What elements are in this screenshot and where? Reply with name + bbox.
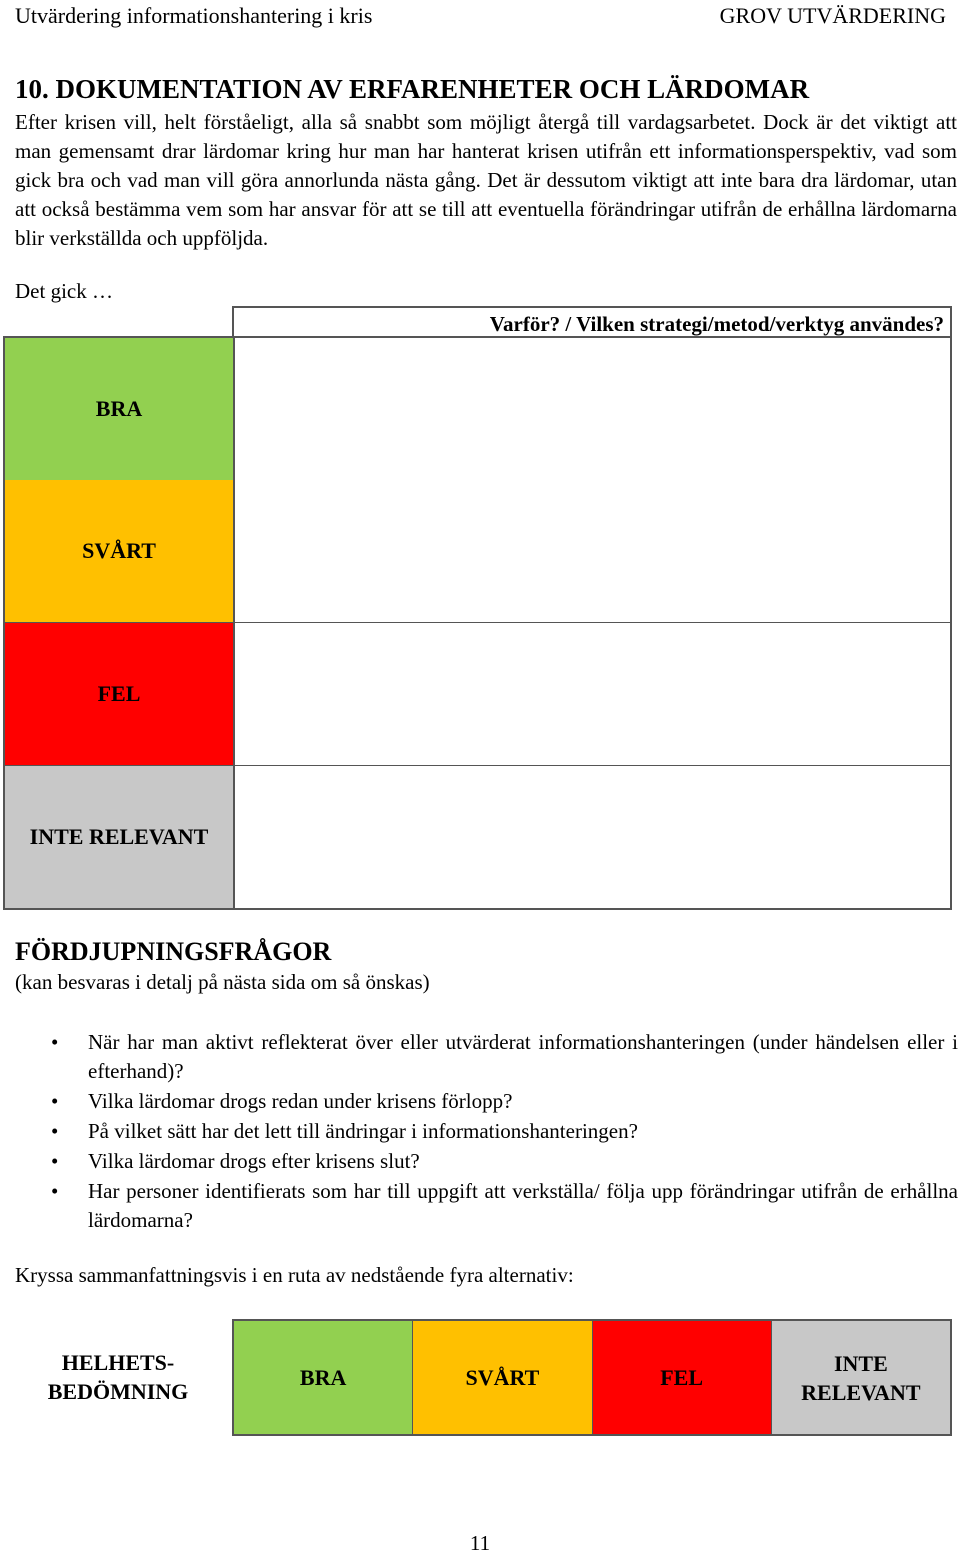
question-list: • När har man aktivt reflekterat över ell… — [15, 1028, 958, 1236]
table-row-fel: FEL — [3, 623, 952, 767]
option-label: SVÅRT — [465, 1365, 540, 1390]
running-header-label: GROV UTVÄRDERING — [719, 3, 946, 28]
option-label-line2: RELEVANT — [801, 1379, 921, 1405]
overall-assessment-label: HELHETS- BEDÖMNING — [20, 1348, 216, 1406]
question-text: På vilket sätt har det lett till ändring… — [88, 1119, 638, 1143]
option-label: INTE — [833, 1350, 888, 1376]
table-intro-label: Det gick … — [15, 279, 113, 303]
question-text: Har personer identifierats som har till … — [88, 1179, 958, 1232]
bullet-icon: • — [51, 1119, 59, 1143]
option-fel[interactable]: FEL — [592, 1321, 772, 1434]
table-row-svart: SVÅRT — [3, 480, 952, 624]
category-cell-svart: SVÅRT — [5, 480, 235, 622]
option-label: BRA — [299, 1365, 347, 1390]
table-row-inte-relevant: INTE RELEVANT — [3, 766, 952, 910]
category-cell-inte-relevant: INTE RELEVANT — [5, 766, 235, 908]
section-title: 10. DOKUMENTATION AV ERFARENHETER OCH LÄ… — [15, 74, 810, 104]
overall-label-line1: HELHETS- — [61, 1350, 175, 1375]
running-header-title: Utvärdering informationshantering i kris — [15, 3, 373, 28]
list-item: • Vilka lärdomar drogs efter krisens slut… — [15, 1147, 958, 1176]
deepening-title: FÖRDJUPNINGSFRÅGOR — [15, 937, 332, 966]
intro-paragraph: Efter krisen vill, helt förståeligt, all… — [15, 110, 957, 250]
page-number: 11 — [469, 1531, 491, 1555]
list-item: • På vilket sätt har det lett till ändrin… — [15, 1117, 958, 1146]
list-item: • När har man aktivt reflekterat över ell… — [15, 1028, 958, 1086]
option-bra[interactable]: BRA — [234, 1321, 414, 1434]
answer-cell-fel[interactable] — [235, 623, 950, 765]
bullet-icon: • — [51, 1149, 59, 1173]
list-item: • Vilka lärdomar drogs redan under krisen… — [15, 1087, 958, 1116]
table-row-bra: BRA — [3, 336, 952, 482]
category-cell-fel: FEL — [5, 623, 235, 765]
category-cell-bra: BRA — [5, 338, 235, 480]
deepening-subtitle: (kan besvaras i detalj på nästa sida om … — [15, 970, 430, 994]
table-header: Varför? / Vilken strategi/metod/verktyg … — [232, 306, 952, 338]
bullet-icon: • — [51, 1030, 59, 1054]
question-text: När har man aktivt reflekterat över elle… — [88, 1030, 958, 1083]
bullet-icon: • — [51, 1179, 59, 1203]
answer-cell-inte-relevant[interactable] — [235, 766, 950, 908]
summary-instruction: Kryssa sammanfattningsvis i en ruta av n… — [15, 1263, 574, 1287]
table-header-label: Varför? / Vilken strategi/metod/verktyg … — [489, 312, 944, 336]
overall-options: BRA SVÅRT FEL INTE RELEVANT — [232, 1319, 952, 1436]
answer-cell-bra[interactable] — [235, 338, 950, 480]
option-svart[interactable]: SVÅRT — [413, 1321, 593, 1434]
list-item: • Har personer identifierats som har till… — [15, 1177, 958, 1235]
overall-label-line2: BEDÖMNING — [47, 1379, 189, 1404]
option-label: FEL — [660, 1365, 704, 1390]
bullet-icon: • — [51, 1089, 59, 1113]
question-text: Vilka lärdomar drogs redan under krisens… — [88, 1089, 513, 1113]
option-inte-relevant[interactable]: INTE RELEVANT — [771, 1321, 950, 1434]
answer-cell-svart[interactable] — [235, 480, 950, 622]
question-text: Vilka lärdomar drogs efter krisens slut? — [88, 1149, 420, 1173]
